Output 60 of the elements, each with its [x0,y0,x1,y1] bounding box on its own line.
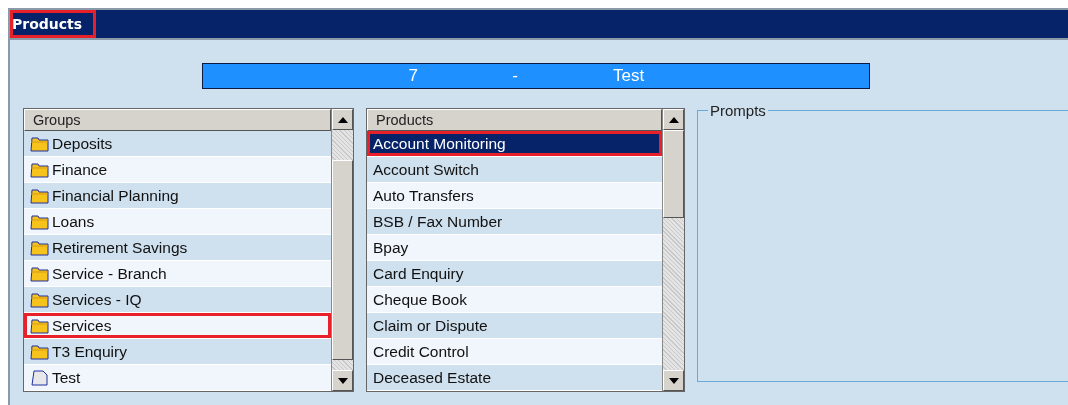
banner-separator: - [512,66,518,86]
scroll-thumb[interactable] [332,160,353,360]
scroll-up-button[interactable] [663,109,684,130]
folder-icon [30,342,50,361]
scrollbar[interactable] [662,109,684,391]
folder-icon [30,134,50,153]
group-item[interactable]: Finance [24,157,331,183]
group-item[interactable]: Deposits [24,131,331,157]
product-item[interactable]: Cheque Book [367,287,662,313]
column-header[interactable]: Products [367,109,662,131]
group-item[interactable]: Service - Branch [24,261,331,287]
group-item[interactable]: Services - IQ [24,287,331,313]
banner-code: 7 [408,66,418,86]
product-item[interactable]: Deceased Estate [367,365,662,391]
scroll-track[interactable] [332,360,353,370]
group-label: Service - Branch [52,264,167,283]
product-item[interactable]: Account Monitoring [367,131,662,157]
group-label: Test [52,368,81,387]
scroll-down-button[interactable] [663,370,684,391]
folder-icon [30,160,50,179]
document-icon [30,368,50,387]
group-label: Retirement Savings [52,238,188,257]
window-title: Products [10,10,97,38]
group-label: T3 Enquiry [52,342,127,361]
group-label: Financial Planning [52,186,179,205]
group-item[interactable]: Financial Planning [24,183,331,209]
group-label: Finance [52,160,108,179]
scroll-down-icon[interactable] [668,377,679,384]
group-item[interactable]: Loans [24,209,331,235]
scroll-up-button[interactable] [332,109,353,130]
group-label: Services - IQ [52,290,142,309]
prompts-legend: Prompts [708,102,768,119]
group-item[interactable]: Test [24,365,331,391]
product-item[interactable]: BSB / Fax Number [367,209,662,235]
group-label: Services [52,316,112,335]
scroll-down-icon[interactable] [337,377,348,384]
product-item[interactable]: Card Enquiry [367,261,662,287]
banner-name: Test [613,66,645,86]
scroll-up-icon[interactable] [337,116,348,123]
scroll-thumb[interactable] [663,130,684,218]
column-header[interactable]: Groups [24,109,331,131]
group-label: Deposits [52,134,113,153]
scroll-down-button[interactable] [332,370,353,391]
group-label: Loans [52,212,95,231]
group-item[interactable]: Services [24,313,331,339]
group-item[interactable]: T3 Enquiry [24,339,331,365]
folder-icon [30,212,50,231]
folder-icon [30,186,50,205]
folder-icon [30,290,50,309]
product-item[interactable]: Bpay [367,235,662,261]
product-item[interactable]: Auto Transfers [367,183,662,209]
product-item[interactable]: Claim or Dispute [367,313,662,339]
scroll-up-icon[interactable] [668,116,679,123]
group-item[interactable]: Retirement Savings [24,235,331,261]
folder-icon [30,264,50,283]
scrollbar[interactable] [331,109,353,391]
folder-icon [30,238,50,257]
folder-icon [30,316,50,335]
product-item[interactable]: Account Switch [367,157,662,183]
product-item[interactable]: Credit Control [367,339,662,365]
